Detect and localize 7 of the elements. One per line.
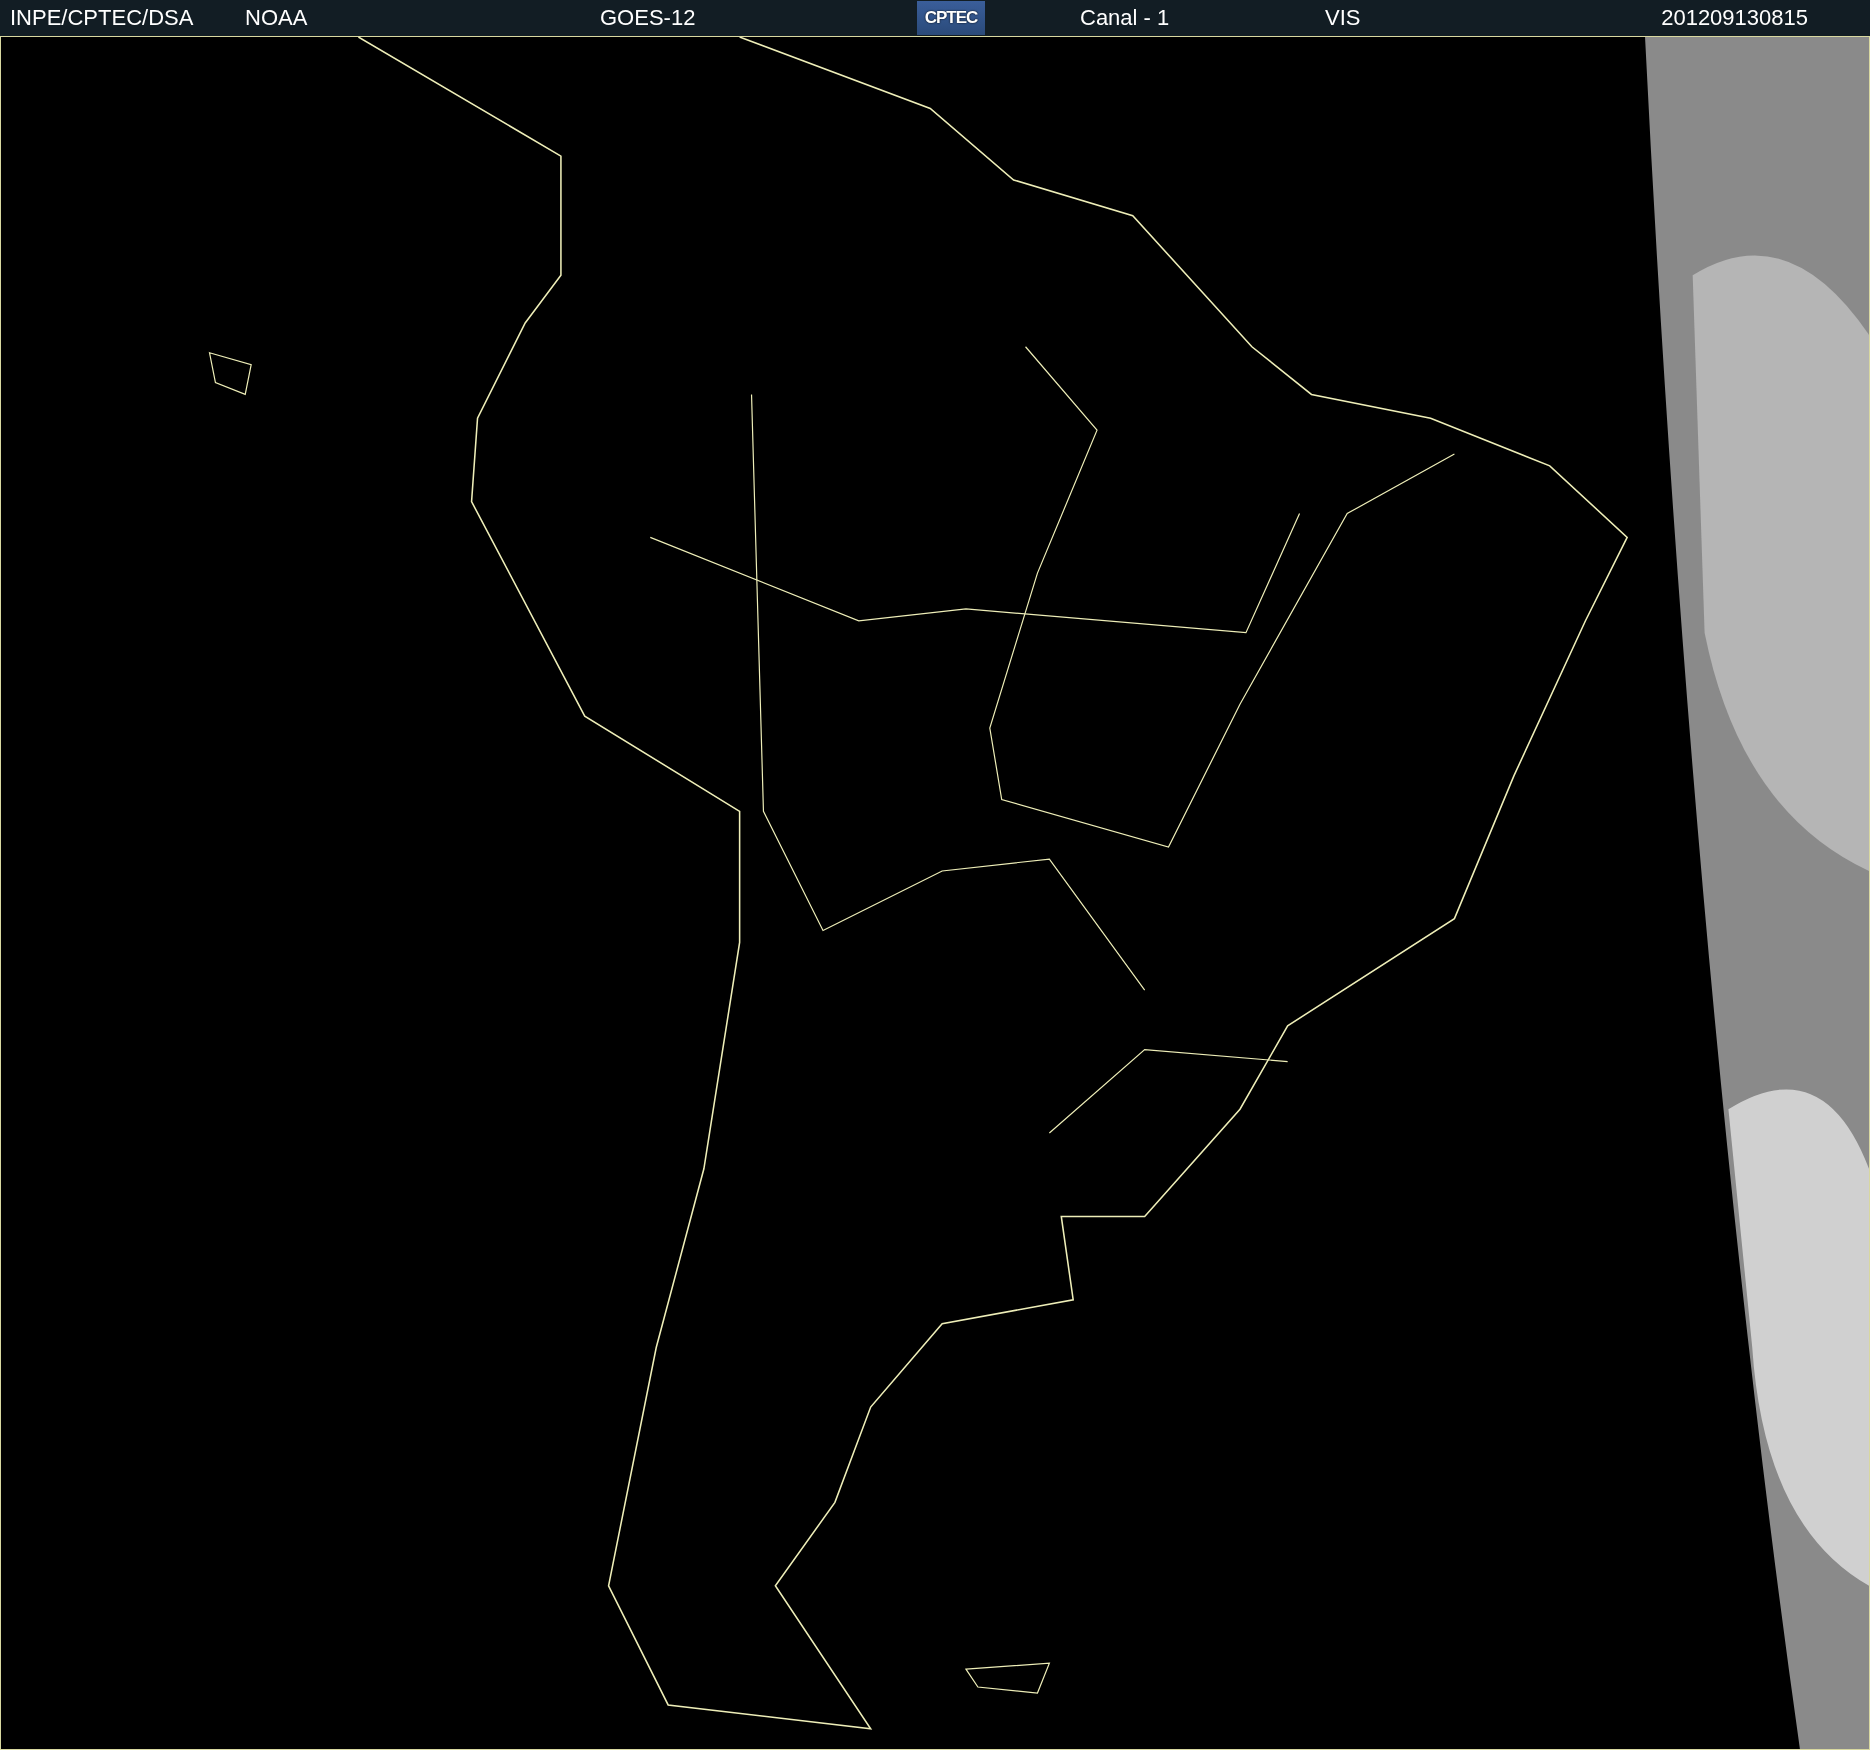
header-label: INPE/CPTEC/DSA (10, 5, 195, 31)
header-label: GOES-12 (600, 5, 697, 31)
logo: CPTEC (917, 1, 985, 35)
header-label: 201209130815 (1661, 5, 1808, 31)
header-label: Canal - 1 (1080, 5, 1171, 31)
header-label: VIS (1325, 5, 1362, 31)
header-label: NOAA (245, 5, 309, 31)
